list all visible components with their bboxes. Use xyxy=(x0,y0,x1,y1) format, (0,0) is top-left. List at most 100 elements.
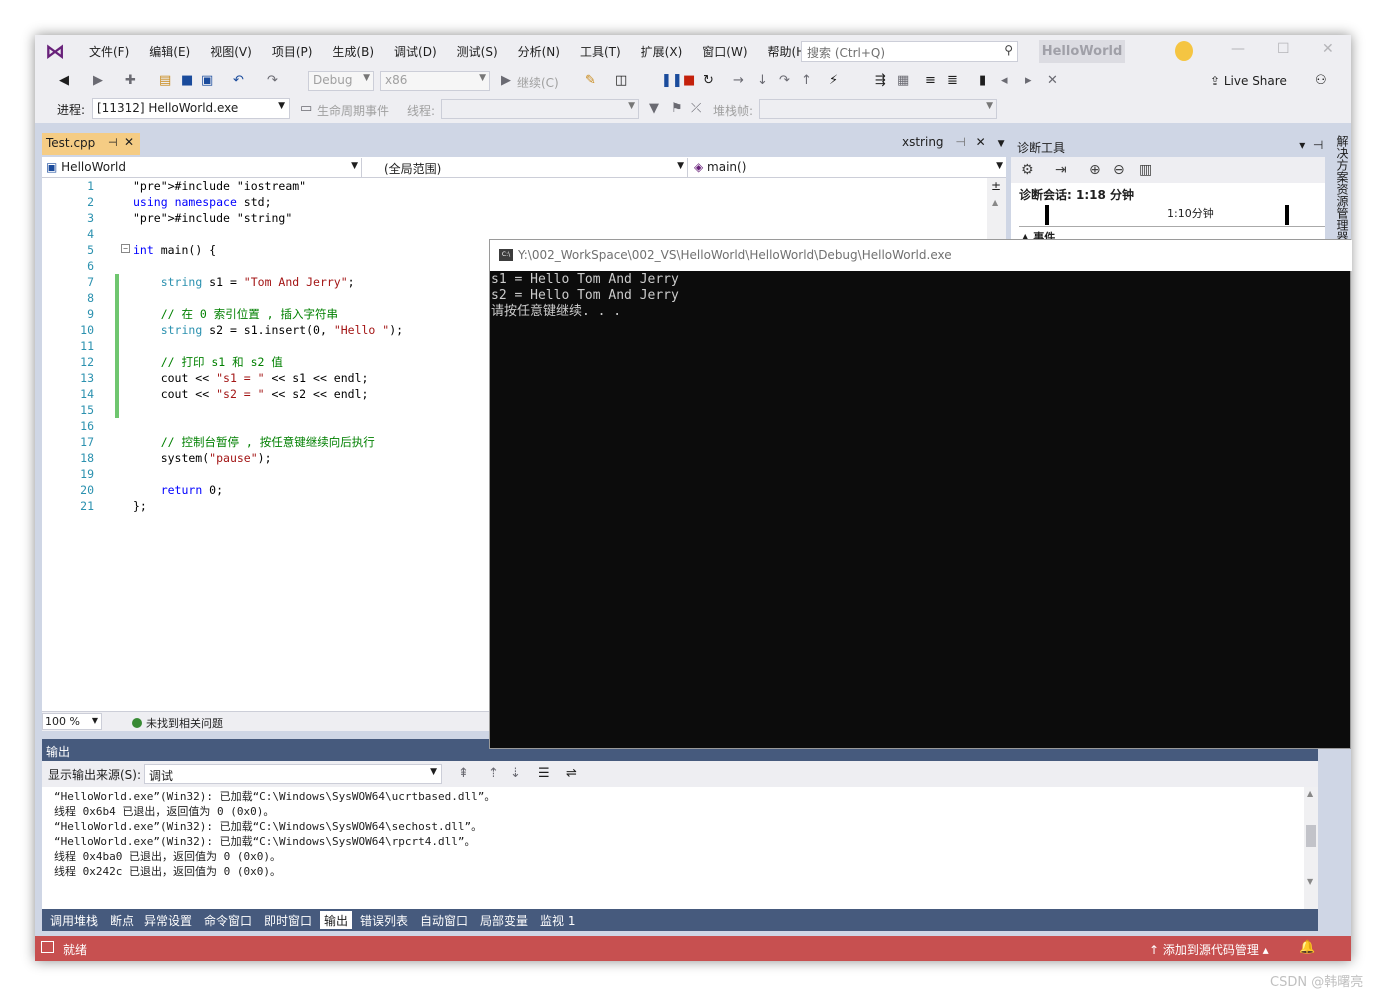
feedback-bulb-icon[interactable] xyxy=(1175,41,1193,61)
project-combo[interactable]: ▣ HelloWorld ▼ xyxy=(42,158,362,177)
issues-indicator[interactable]: 未找到相关问题 xyxy=(132,715,223,731)
export-icon[interactable]: ⇥ xyxy=(1055,162,1067,178)
output-source-combo[interactable]: 调试 ▼ xyxy=(144,764,442,784)
thread-combo[interactable]: ▼ xyxy=(441,99,639,119)
menu-item[interactable]: 文件(F) xyxy=(79,43,139,60)
hot-reload-icon[interactable]: ⚡ xyxy=(829,74,838,88)
console-output[interactable]: s1 = Hello Tom And Jerry s2 = Hello Tom A… xyxy=(490,271,1350,748)
config-combo[interactable]: Debug ▼ xyxy=(308,71,374,91)
prev-message-icon[interactable]: ⇡ xyxy=(488,766,499,781)
menu-item[interactable]: 生成(B) xyxy=(322,43,384,60)
next-bookmark-icon[interactable]: ▸ xyxy=(1025,74,1032,88)
step-into-icon[interactable]: ↓ xyxy=(757,74,768,88)
comment-icon[interactable]: ≡ xyxy=(925,74,936,88)
timeline-end-handle[interactable] xyxy=(1285,205,1289,225)
menu-item[interactable]: 视图(V) xyxy=(200,43,262,60)
console-title-bar[interactable]: C:\ Y:\002_WorkSpace\002_VS\HelloWorld\H… xyxy=(490,240,1352,271)
attach-icon[interactable]: ✎ xyxy=(585,74,596,88)
chart-icon[interactable]: ▥ xyxy=(1139,162,1152,178)
scroll-up-icon[interactable]: ▲ xyxy=(992,198,998,207)
tab-overflow-icon[interactable]: ▼ xyxy=(998,139,1005,149)
bottom-tab[interactable]: 监视 1 xyxy=(536,911,579,929)
find-message-icon[interactable]: ⇞ xyxy=(458,766,469,781)
next-message-icon[interactable]: ⇣ xyxy=(510,766,521,781)
thread-icon[interactable]: ⇶ xyxy=(875,74,886,88)
bottom-tab[interactable]: 输出 xyxy=(320,911,353,929)
back-icon[interactable]: ◀ xyxy=(59,74,69,88)
code-line[interactable]: 3 "pre">#include "string" xyxy=(42,210,982,226)
scroll-down-icon[interactable]: ▼ xyxy=(1307,877,1313,886)
new-project-icon[interactable]: ✚ xyxy=(125,74,136,88)
maximize-icon[interactable]: ☐ xyxy=(1277,41,1290,57)
bottom-tab[interactable]: 断点 xyxy=(106,911,138,929)
bottom-tab[interactable]: 调用堆栈 xyxy=(46,911,102,929)
step-out-icon[interactable]: ↑ xyxy=(801,74,812,88)
account-icon[interactable]: ⚇ xyxy=(1315,74,1327,88)
restart-icon[interactable]: ↻ xyxy=(703,74,714,88)
add-to-source-control-button[interactable]: ↑ 添加到源代码管理 ▴ xyxy=(1149,941,1269,958)
menu-item[interactable]: 项目(P) xyxy=(262,43,323,60)
stack-frame-combo[interactable]: ▼ xyxy=(759,99,997,119)
pin-icon[interactable]: ⊣ xyxy=(955,135,965,149)
tab-xstring[interactable]: xstring ⊣ ✕ ▼ xyxy=(902,135,1005,155)
process-combo[interactable]: [11312] HelloWorld.exe ▼ xyxy=(92,98,290,119)
zoom-combo[interactable]: 100 % ▼ xyxy=(42,713,102,730)
menu-item[interactable]: 调试(D) xyxy=(384,43,447,60)
live-share-button[interactable]: ⇪ Live Share xyxy=(1210,74,1287,88)
solution-explorer-rail[interactable]: 解决方案资源管理器 xyxy=(1325,131,1351,251)
close-window-icon[interactable]: ✕ xyxy=(1322,41,1334,57)
output-scrollbar[interactable]: ▲ ▼ xyxy=(1304,787,1318,909)
search-input[interactable]: 搜索 (Ctrl+Q) ⚲ xyxy=(801,41,1018,62)
flag-icon[interactable]: ⚑ xyxy=(671,102,683,116)
scope-combo[interactable]: (全局范围) ▼ xyxy=(368,158,688,177)
platform-combo[interactable]: x86 ▼ xyxy=(380,71,490,91)
settings-gear-icon[interactable]: ⚙ xyxy=(1021,162,1034,178)
filter-icon[interactable]: ▼ xyxy=(649,102,659,116)
code-line[interactable]: 1 "pre">#include "iostream" xyxy=(42,178,982,194)
zoom-in-icon[interactable]: ⊕ xyxy=(1089,162,1101,178)
open-file-icon[interactable]: ▤ xyxy=(159,74,171,88)
menu-item[interactable]: 编辑(E) xyxy=(139,43,200,60)
close-tab-icon[interactable]: ✕ xyxy=(976,135,986,149)
member-combo[interactable]: ◈ main() ▼ xyxy=(690,158,1006,177)
bottom-tab[interactable]: 错误列表 xyxy=(356,911,412,929)
bottom-tab[interactable]: 异常设置 xyxy=(140,911,196,929)
continue-icon[interactable]: ▶ xyxy=(501,74,511,88)
menu-item[interactable]: 分析(N) xyxy=(508,43,570,60)
show-next-statement-icon[interactable]: → xyxy=(733,74,744,88)
output-text[interactable]: “HelloWorld.exe”(Win32): 已加载“C:\Windows\… xyxy=(42,787,1304,909)
prev-bookmark-icon[interactable]: ◂ xyxy=(1001,74,1008,88)
stack-icon[interactable]: ▦ xyxy=(897,74,909,88)
clear-all-icon[interactable]: ☰ xyxy=(538,766,550,781)
undo-icon[interactable]: ↶ xyxy=(233,74,244,88)
menu-item[interactable]: 工具(T) xyxy=(570,43,631,60)
save-all-icon[interactable]: ▣ xyxy=(201,74,213,88)
close-tab-icon[interactable]: ✕ xyxy=(124,135,134,149)
menu-item[interactable]: 窗口(W) xyxy=(692,43,757,60)
continue-button[interactable]: 继续(C) xyxy=(517,74,559,91)
bottom-tab[interactable]: 自动窗口 xyxy=(416,911,472,929)
screenshot-icon[interactable]: ◫ xyxy=(615,74,627,88)
save-icon[interactable]: ■ xyxy=(181,74,193,88)
stop-icon[interactable]: ■ xyxy=(683,74,695,88)
uncomment-icon[interactable]: ≣ xyxy=(947,74,958,88)
forward-icon[interactable]: ▶ xyxy=(93,74,103,88)
split-icon[interactable]: ± xyxy=(991,179,1001,193)
fold-toggle-icon[interactable]: − xyxy=(121,244,130,253)
lifecycle-events-button[interactable]: 生命周期事件 xyxy=(317,102,389,119)
word-wrap-icon[interactable]: ⇌ xyxy=(566,766,577,781)
zoom-out-icon[interactable]: ⊖ xyxy=(1113,162,1125,178)
step-over-icon[interactable]: ↷ xyxy=(779,74,790,88)
bottom-tab[interactable]: 即时窗口 xyxy=(260,911,316,929)
console-window[interactable]: C:\ Y:\002_WorkSpace\002_VS\HelloWorld\H… xyxy=(489,239,1352,749)
menu-item[interactable]: 测试(S) xyxy=(447,43,508,60)
expand-threads-icon[interactable]: ⤫ xyxy=(691,102,701,116)
scroll-thumb[interactable] xyxy=(1306,825,1316,847)
scroll-up-icon[interactable]: ▲ xyxy=(1307,789,1313,798)
diagnostic-timeline[interactable]: 1:10分钟 xyxy=(1019,203,1349,227)
minimize-icon[interactable]: — xyxy=(1231,41,1245,57)
notification-bell-icon[interactable]: 🔔 xyxy=(1299,940,1315,955)
code-line[interactable]: 2 using namespace std; xyxy=(42,194,982,210)
pause-icon[interactable]: ❚❚ xyxy=(661,74,683,88)
tab-test-cpp[interactable]: Test.cpp ⊣ ✕ xyxy=(42,133,140,155)
